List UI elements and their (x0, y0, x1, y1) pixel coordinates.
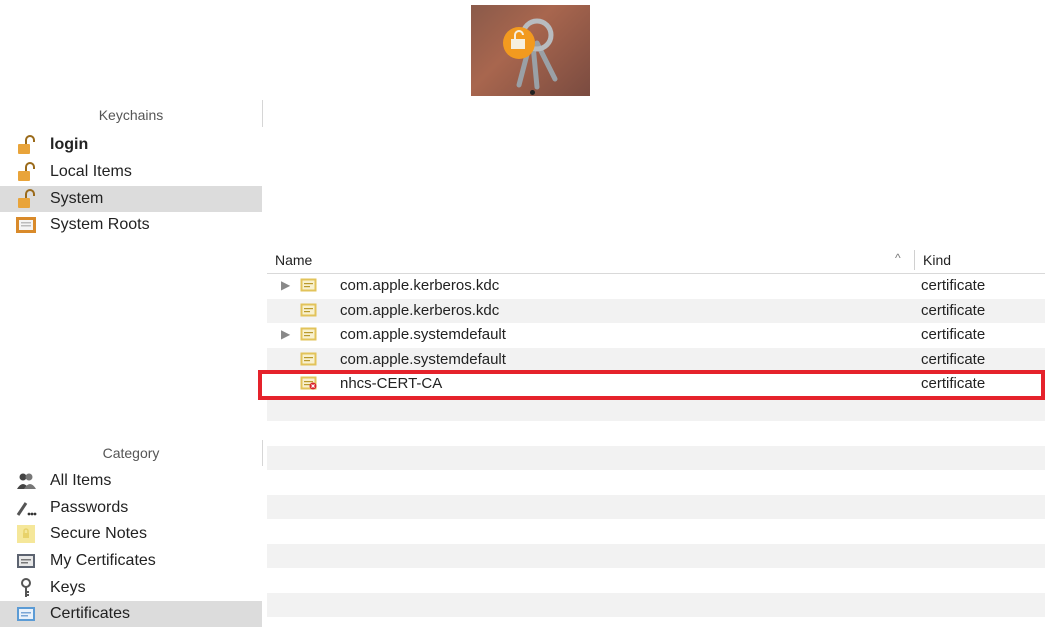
sidebar-item-label: Keys (50, 579, 86, 596)
empty-row (267, 543, 1045, 568)
sidebar-item-system-roots[interactable]: System Roots (0, 212, 262, 238)
list-rows: ▶ com.apple.kerberos.kdc certificate com.… (267, 274, 1045, 617)
disclosure-triangle-icon[interactable]: ▶ (281, 327, 290, 341)
certificate-icon (14, 551, 38, 571)
table-row[interactable]: ▶ com.apple.systemdefault certificate (267, 323, 1045, 348)
empty-row (267, 592, 1045, 617)
note-icon (14, 524, 38, 544)
empty-row (267, 396, 1045, 421)
unlocked-padlock-icon (14, 162, 38, 182)
row-name: com.apple.systemdefault (340, 326, 506, 343)
sidebar-item-my-certificates[interactable]: My Certificates (0, 548, 262, 574)
sidebar-item-label: System (50, 190, 104, 207)
certificate-icon (300, 352, 317, 366)
disclosure-triangle-icon[interactable]: ▶ (281, 278, 290, 292)
certificate-list: Name ^ Kind ▶ com.apple.kerberos.kdc cert… (267, 246, 1045, 627)
sidebar-item-label: Passwords (50, 499, 129, 516)
pen-icon (14, 498, 38, 518)
table-row[interactable]: ▶ com.apple.kerberos.kdc certificate (267, 274, 1045, 299)
sidebar-item-login[interactable]: login (0, 132, 262, 158)
category-divider[interactable] (262, 440, 263, 466)
running-indicator-dot (530, 90, 535, 95)
sidebar-divider[interactable] (262, 100, 263, 127)
sidebar-item-label: All Items (50, 472, 112, 489)
sidebar-item-label: Local Items (50, 163, 132, 180)
sidebar-item-keys[interactable]: Keys (0, 575, 262, 601)
unlocked-padlock-icon (14, 189, 38, 209)
sidebar-item-certificates[interactable]: Certificates (0, 601, 262, 627)
sidebar-item-label: Secure Notes (50, 525, 147, 542)
column-header-name[interactable]: Name (275, 252, 312, 268)
sidebar-item-system[interactable]: System (0, 186, 262, 212)
row-name: com.apple.kerberos.kdc (340, 277, 500, 294)
sidebar-item-label: login (50, 136, 89, 153)
sidebar-item-label: System Roots (50, 216, 150, 233)
table-row[interactable]: com.apple.kerberos.kdc certificate (267, 298, 1045, 323)
unlocked-padlock-icon (14, 135, 38, 155)
empty-row (267, 445, 1045, 470)
keychains-header: Keychains (98, 107, 164, 123)
empty-row (267, 470, 1045, 495)
empty-row (267, 519, 1045, 544)
sidebar-item-secure-notes[interactable]: Secure Notes (0, 521, 262, 547)
sidebar-item-label: My Certificates (50, 552, 156, 569)
certificate-icon (300, 327, 317, 341)
empty-row (267, 568, 1045, 593)
row-kind: certificate (921, 277, 986, 294)
key-icon (14, 578, 38, 598)
certificate-icon (14, 604, 38, 624)
sidebar-item-passwords[interactable]: Passwords (0, 495, 262, 521)
cabinet-icon (14, 215, 38, 235)
row-name: com.apple.systemdefault (340, 350, 506, 368)
certificate-icon (300, 278, 317, 292)
red-highlight-box (258, 370, 1045, 400)
empty-row (267, 421, 1045, 446)
sort-ascending-icon[interactable]: ^ (895, 251, 901, 265)
row-kind: certificate (921, 301, 986, 319)
row-name: com.apple.kerberos.kdc (340, 301, 500, 319)
row-kind: certificate (921, 326, 986, 343)
column-separator[interactable] (914, 250, 915, 270)
empty-row (267, 494, 1045, 519)
sidebar: Keychains login Local Items System Syste… (0, 100, 267, 627)
category-header: Category (102, 445, 160, 461)
keychain-access-app-icon (471, 5, 590, 96)
sidebar-item-label: Certificates (50, 605, 131, 622)
column-header-kind[interactable]: Kind (923, 252, 951, 268)
table-row[interactable]: com.apple.systemdefault certificate (267, 347, 1045, 372)
sidebar-item-all-items[interactable]: All Items (0, 468, 262, 494)
certificate-icon (300, 303, 317, 317)
list-header: Name ^ Kind (267, 246, 1045, 274)
sidebar-item-local-items[interactable]: Local Items (0, 159, 262, 185)
people-icon (14, 471, 38, 491)
row-kind: certificate (921, 350, 986, 368)
